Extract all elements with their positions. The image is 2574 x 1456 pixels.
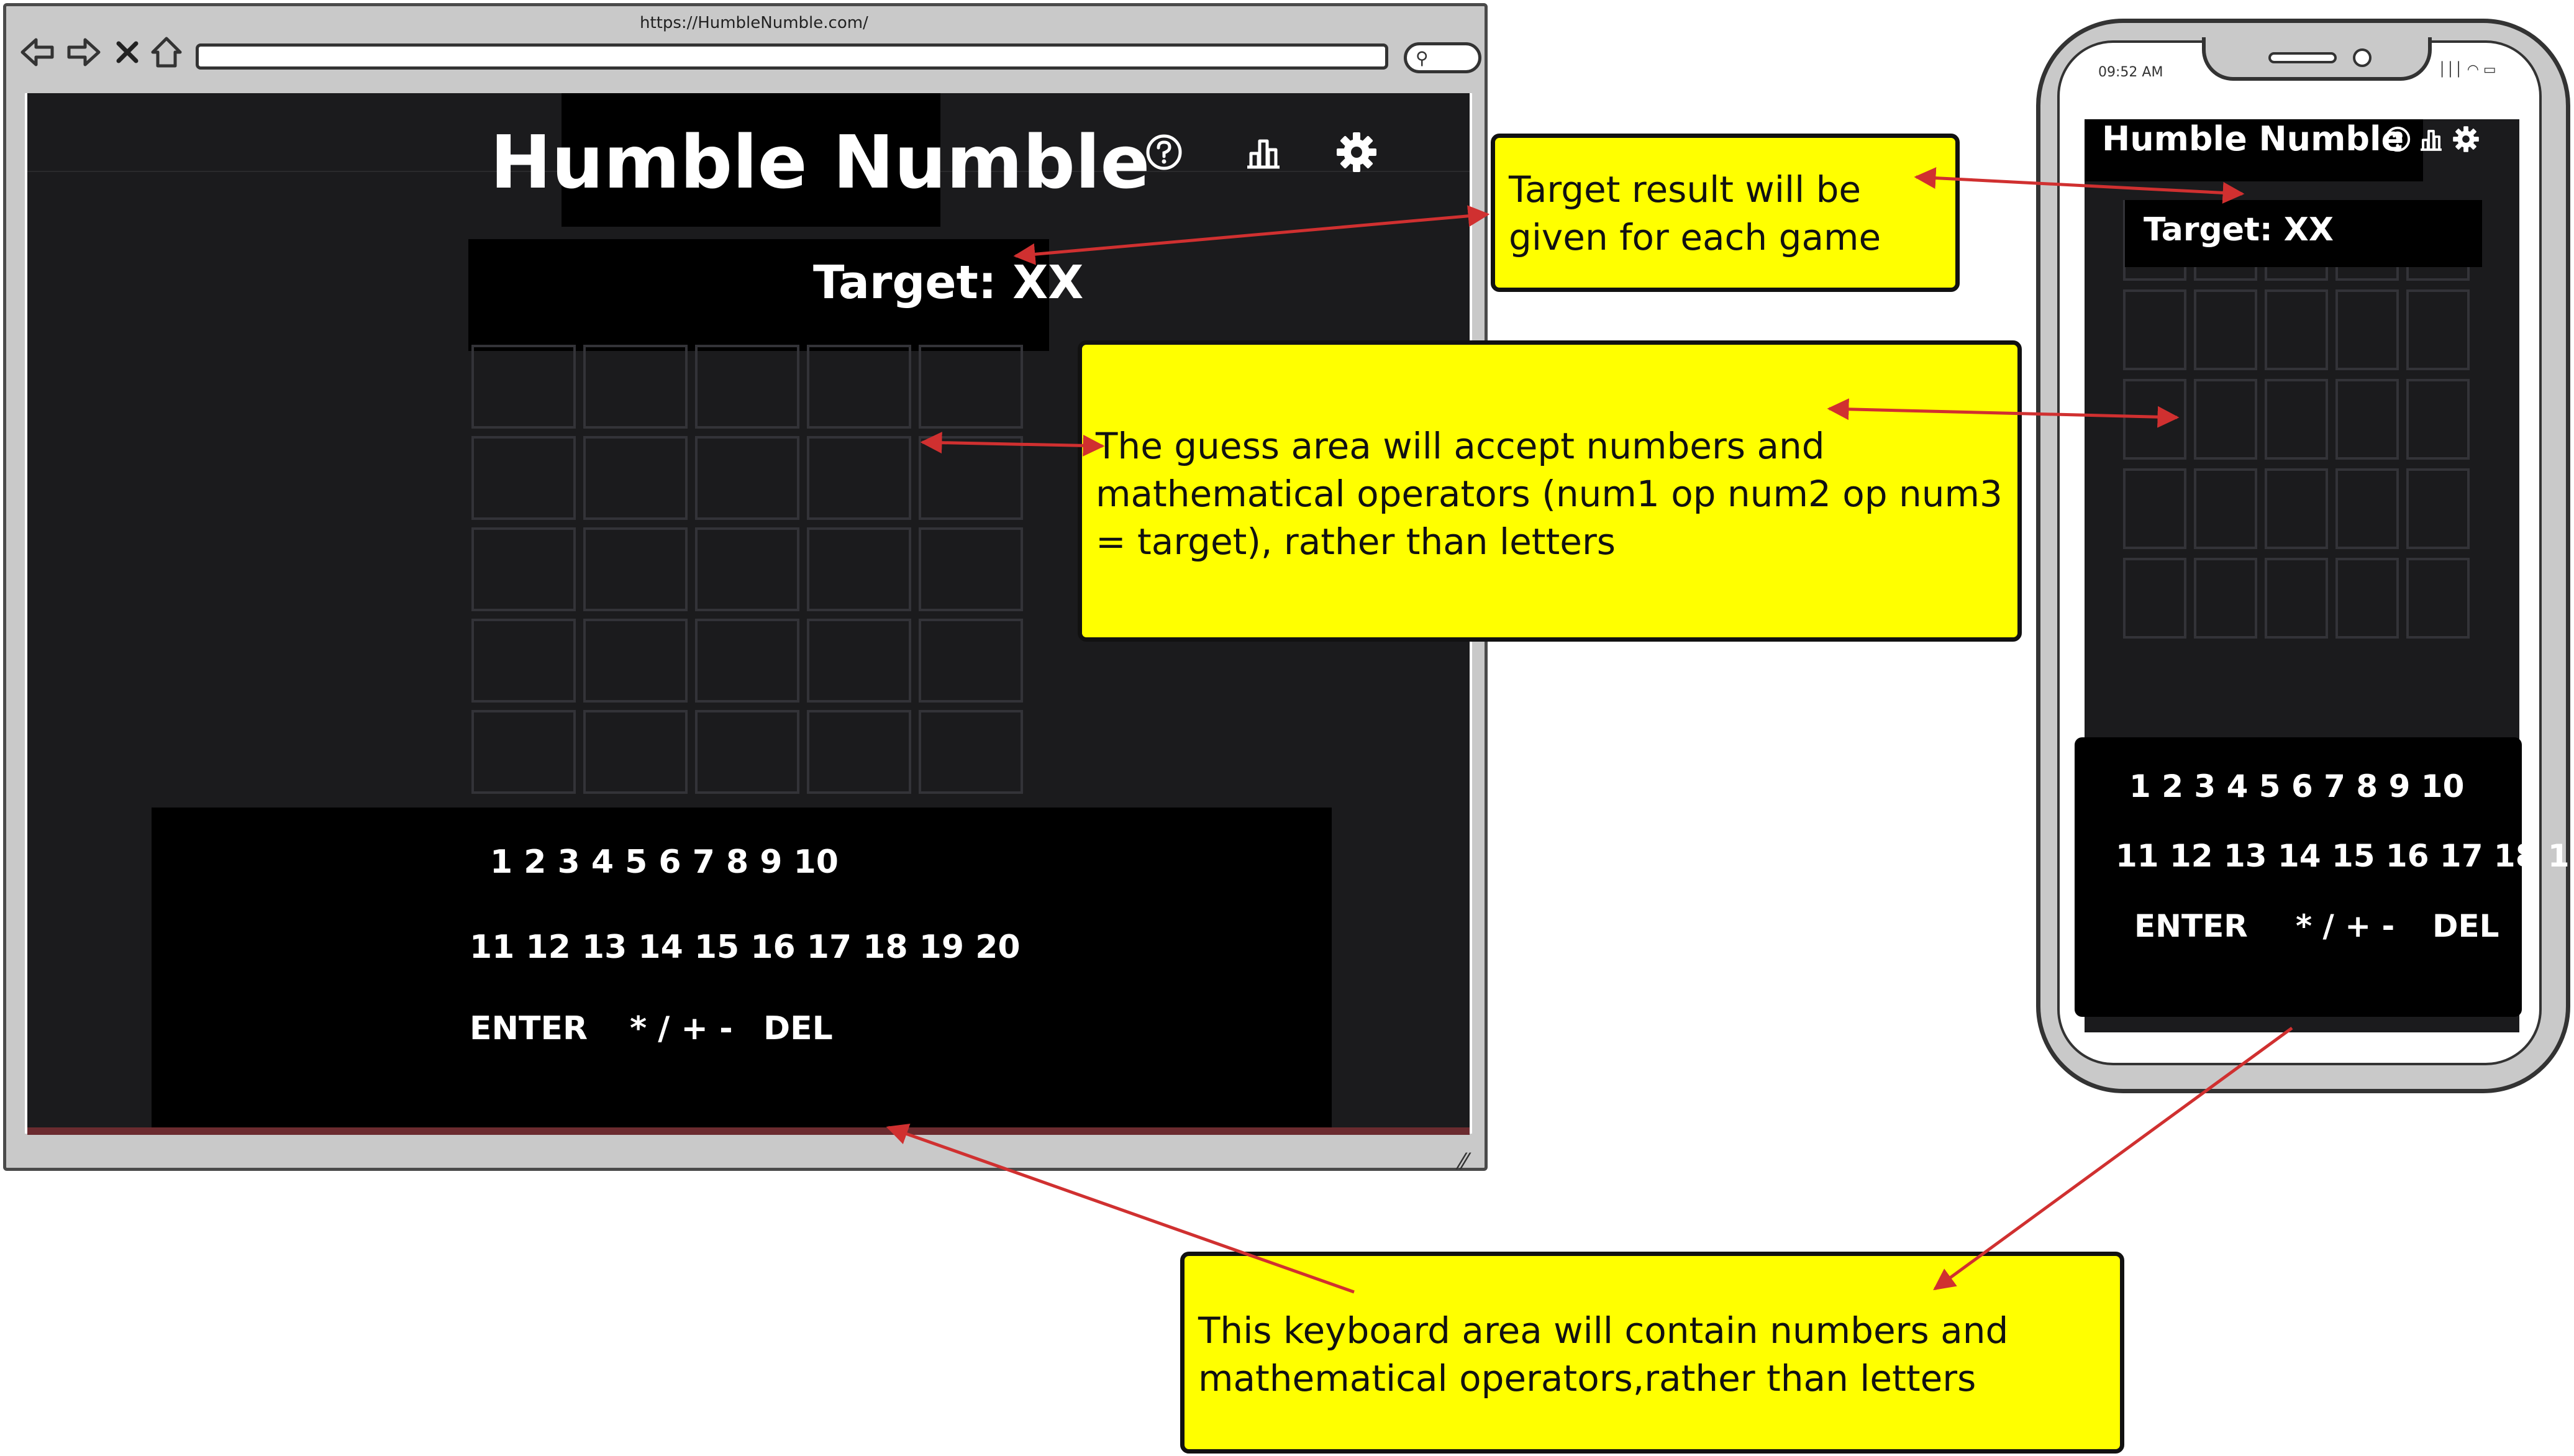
- arrow-guess-desktop: [920, 432, 1105, 457]
- arrow-target-desktop: [1013, 205, 1490, 265]
- annotation-arrows: [886, 167, 2293, 1294]
- arrow-guess-phone: [1827, 398, 2180, 428]
- arrow-target-phone: [1914, 167, 2245, 204]
- arrow-keyboard-phone: [1933, 1026, 2293, 1291]
- arrow-keyboard-desktop: [886, 1123, 1355, 1294]
